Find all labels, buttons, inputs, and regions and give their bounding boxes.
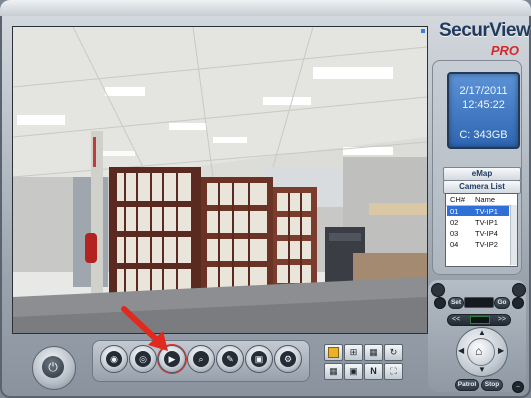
- pan-up-icon[interactable]: ▲: [478, 328, 486, 337]
- zoom-in-button[interactable]: >>: [498, 315, 506, 325]
- play-icon: ▶: [164, 351, 180, 367]
- layout-pip-button[interactable]: ▣: [344, 363, 363, 380]
- patrol-button[interactable]: Patrol: [455, 379, 479, 391]
- magnifier-icon: ⌕: [193, 351, 209, 367]
- channel-indicator: [421, 29, 425, 33]
- camera-list-row[interactable]: 02 TV-IP1: [447, 217, 509, 227]
- brand-name: SecurView: [439, 20, 531, 41]
- pan-left-icon[interactable]: ◀: [458, 346, 464, 355]
- channel-number: 01: [450, 207, 459, 216]
- camera-name: TV-IP1: [475, 207, 498, 216]
- channel-number: 02: [450, 218, 459, 227]
- preset-go-button[interactable]: Go: [494, 297, 510, 309]
- camera-list-row[interactable]: 03 TV-IP4: [447, 228, 509, 238]
- layout-1x1-button[interactable]: [324, 344, 343, 361]
- camera-image: [13, 27, 427, 333]
- nine-view-icon: ▦: [369, 347, 378, 357]
- pan-right-icon[interactable]: ▶: [498, 346, 504, 355]
- rotate-icon: ↻: [389, 347, 398, 357]
- camera-name: TV-IP4: [475, 229, 498, 238]
- ptz-left-handle-icon[interactable]: [431, 283, 445, 297]
- home-icon: ⌂: [475, 344, 483, 358]
- brand-logo: SecurView PRO: [439, 20, 531, 64]
- zoom-out-button[interactable]: <<: [452, 315, 460, 325]
- layout-3x3-button[interactable]: ▦: [364, 344, 383, 361]
- annotation-arrow-icon: [121, 306, 168, 351]
- channel-number: 03: [450, 229, 459, 238]
- camera-list[interactable]: CH# Name 01 TV-IP1 02 TV-IP1 03 TV-IP4 0…: [445, 193, 518, 267]
- fullscreen-button[interactable]: ⛶: [384, 363, 403, 380]
- rotate-view-button[interactable]: ↻: [384, 344, 403, 361]
- edit-button[interactable]: ✎: [216, 345, 244, 373]
- status-display: 2/17/2011 12:45:22 C: 343GB: [447, 72, 520, 149]
- iris-close-icon[interactable]: [512, 297, 524, 309]
- column-header-channel: CH#: [450, 195, 466, 204]
- search-button[interactable]: ⌕: [187, 345, 215, 373]
- brand-edition: PRO: [490, 43, 519, 58]
- camera-name: TV-IP1: [475, 218, 498, 227]
- layout-n-button[interactable]: N: [364, 363, 383, 380]
- disc-icon: ◉: [106, 351, 122, 367]
- pip-view-icon: ▣: [349, 366, 358, 376]
- eye-icon: ◎: [135, 351, 151, 367]
- title-bar[interactable]: [0, 0, 531, 16]
- video-feed[interactable]: [12, 26, 428, 334]
- gear-icon: ⚙: [280, 351, 296, 367]
- emap-button[interactable]: eMap: [443, 167, 521, 181]
- time-readout: 12:45:22: [462, 99, 505, 111]
- ptz-right-handle-icon[interactable]: [512, 283, 526, 297]
- n-view-label: N: [370, 366, 377, 376]
- channel-number: 04: [450, 240, 459, 249]
- archive-icon: ▣: [251, 351, 267, 367]
- camera-list-button[interactable]: Camera List: [443, 180, 521, 194]
- camera-list-row[interactable]: 01 TV-IP1: [447, 206, 509, 216]
- camera-list-scrollbar[interactable]: [510, 205, 517, 265]
- fullscreen-icon: ⛶: [390, 366, 397, 376]
- stop-button[interactable]: Stop: [481, 379, 503, 391]
- zoom-control[interactable]: << >>: [447, 314, 511, 326]
- column-header-name: Name: [475, 195, 496, 204]
- camera-list-row[interactable]: 04 TV-IP2: [447, 239, 509, 249]
- quad-view-icon: ⊞: [349, 347, 358, 357]
- disk-capacity-readout: C: 343GB: [459, 129, 508, 141]
- pencil-icon: ✎: [222, 351, 238, 367]
- backup-button[interactable]: ▣: [245, 345, 273, 373]
- preset-set-button[interactable]: Set: [448, 297, 464, 309]
- camera-name: TV-IP2: [475, 240, 498, 249]
- layout-4x4-button[interactable]: ▦: [324, 363, 343, 380]
- layout-2x2-button[interactable]: ⊞: [344, 344, 363, 361]
- pan-down-icon[interactable]: ▼: [478, 365, 486, 374]
- minimize-icon[interactable]: –: [512, 381, 524, 393]
- settings-button[interactable]: ⚙: [274, 345, 302, 373]
- preset-field[interactable]: [464, 297, 494, 308]
- camera-list-header: CH# Name: [446, 194, 517, 206]
- zoom-level-display: [470, 316, 490, 324]
- iris-open-icon[interactable]: [434, 297, 446, 309]
- sixteen-view-icon: ▦: [329, 366, 338, 376]
- power-icon: ⏻: [42, 356, 64, 378]
- single-view-icon: [328, 347, 339, 358]
- date-readout: 2/17/2011: [459, 85, 508, 97]
